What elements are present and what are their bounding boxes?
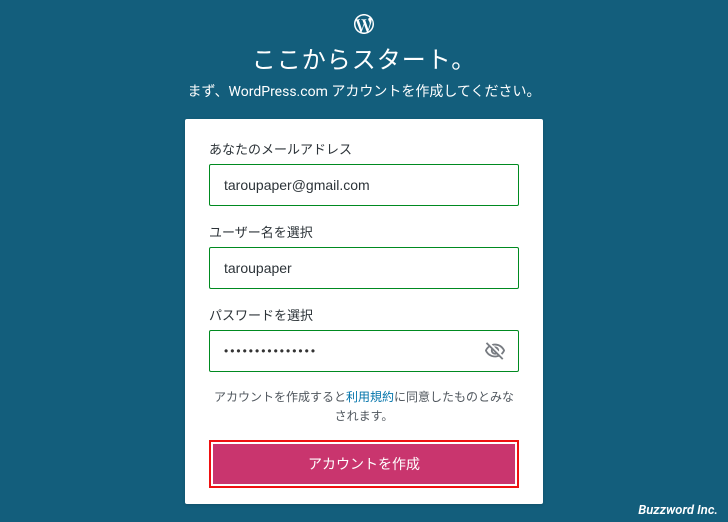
- page-header: ここからスタート。 まず、WordPress.com アカウントを作成してくださ…: [0, 0, 728, 101]
- password-label: パスワードを選択: [209, 305, 519, 324]
- username-label: ユーザー名を選択: [209, 222, 519, 241]
- submit-button-highlight: アカウントを作成: [209, 440, 519, 488]
- footer-credit: Buzzword Inc.: [638, 503, 718, 518]
- email-input[interactable]: [210, 165, 518, 205]
- create-account-button[interactable]: アカウントを作成: [213, 444, 515, 484]
- terms-link[interactable]: 利用規約: [346, 390, 394, 404]
- password-field-group: パスワードを選択: [209, 305, 519, 372]
- email-input-wrap: [209, 164, 519, 206]
- username-input[interactable]: [210, 248, 518, 288]
- password-input-wrap: [209, 330, 519, 372]
- email-label: あなたのメールアドレス: [209, 139, 519, 158]
- password-input[interactable]: [210, 331, 518, 371]
- signup-card: あなたのメールアドレス ユーザー名を選択 パスワードを選択 アカウントを作成する…: [185, 119, 543, 504]
- wordpress-logo-icon: [352, 12, 376, 36]
- terms-text: アカウントを作成すると利用規約に同意したものとみなされます。: [209, 388, 519, 426]
- username-input-wrap: [209, 247, 519, 289]
- terms-prefix: アカウントを作成すると: [214, 390, 346, 404]
- eye-off-icon[interactable]: [484, 340, 506, 362]
- page-subtitle: まず、WordPress.com アカウントを作成してください。: [0, 81, 728, 101]
- username-field-group: ユーザー名を選択: [209, 222, 519, 289]
- email-field-group: あなたのメールアドレス: [209, 139, 519, 206]
- page-title: ここからスタート。: [0, 40, 728, 75]
